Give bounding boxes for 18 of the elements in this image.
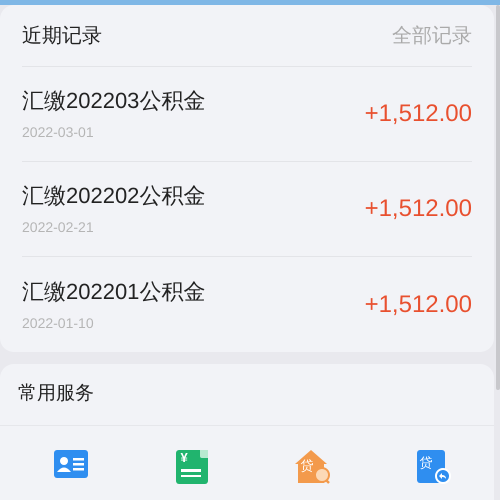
section-title: 常用服务 xyxy=(18,382,94,406)
record-row[interactable]: 汇缴202201公积金 2022-01-10 +1,512.00 xyxy=(22,257,472,352)
scrollbar[interactable] xyxy=(496,5,500,390)
record-name: 汇缴202202公积金 xyxy=(22,183,206,209)
record-date: 2022-03-01 xyxy=(22,124,95,140)
bill-document-icon[interactable]: ¥ xyxy=(176,450,208,484)
section-title: 近期记录 xyxy=(22,24,102,48)
record-date: 2022-02-21 xyxy=(22,219,95,235)
record-amount: +1,512.00 xyxy=(364,194,472,224)
record-name: 汇缴202201公积金 xyxy=(22,278,206,304)
record-amount: +1,512.00 xyxy=(364,99,472,129)
record-date: 2022-01-10 xyxy=(22,314,95,330)
record-name: 汇缴202203公积金 xyxy=(22,88,206,114)
record-row[interactable]: 汇缴202203公积金 2022-03-01 +1,512.00 xyxy=(22,67,472,162)
record-amount: +1,512.00 xyxy=(364,290,472,320)
id-card-icon[interactable] xyxy=(54,450,88,478)
record-row[interactable]: 汇缴202202公积金 2022-02-21 +1,512.00 xyxy=(22,162,472,257)
all-records-link[interactable]: 全部记录 xyxy=(392,20,472,50)
